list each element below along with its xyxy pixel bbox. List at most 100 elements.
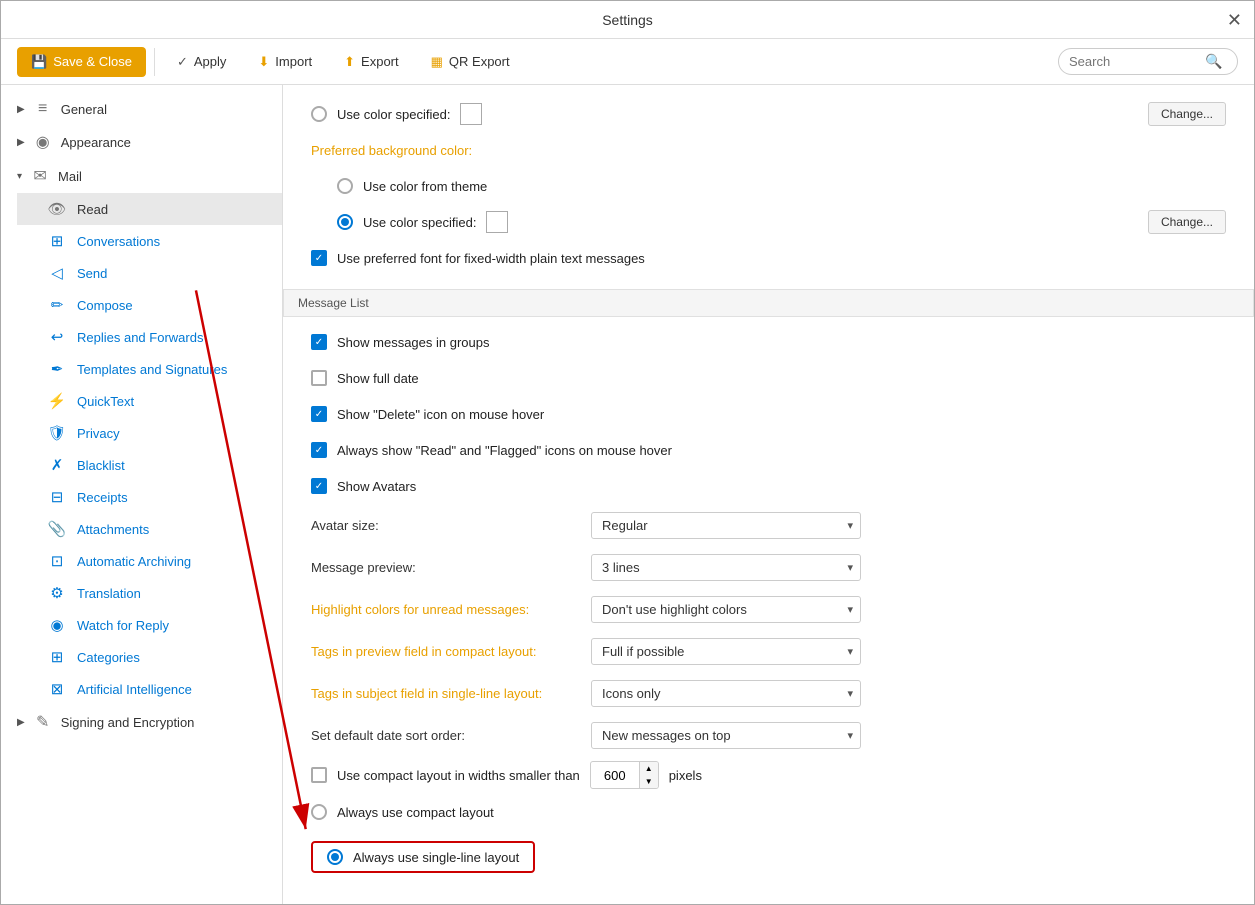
date-sort-label: Set default date sort order: (311, 728, 581, 743)
apply-label: Apply (194, 54, 227, 69)
tags-preview-label: Tags in preview field in compact layout: (311, 644, 581, 659)
sidebar-group-signing[interactable]: ▶ ✎ Signing and Encryption (1, 705, 282, 739)
sidebar-item-receipts[interactable]: ⊟ Receipts (17, 481, 282, 513)
pixels-input[interactable]: 600 (591, 764, 639, 787)
close-button[interactable]: ✕ (1227, 11, 1242, 29)
sidebar-item-conversations[interactable]: ⊞ Conversations (17, 225, 282, 257)
export-label: Export (361, 54, 399, 69)
sidebar-attachments-label: Attachments (77, 522, 149, 537)
highlight-colors-row: Highlight colors for unread messages: Do… (311, 593, 1226, 625)
checkbox-show-groups[interactable]: ✓ (311, 334, 327, 350)
avatar-size-dropdown-wrap: Regular (591, 512, 861, 539)
color-swatch-top[interactable] (460, 103, 482, 125)
apply-button[interactable]: ✓ Apply (163, 48, 240, 76)
sidebar-item-send[interactable]: ◁ Send (17, 257, 282, 289)
message-list-header: Message List (283, 289, 1254, 317)
spinner-down-button[interactable]: ▼ (640, 775, 658, 788)
use-color-specified-row-top: Use color specified: Change... (311, 101, 1226, 127)
import-button[interactable]: ⬇ Import (244, 48, 326, 76)
mail-icon: ✉ (30, 166, 50, 186)
radio-color-from-theme[interactable] (337, 178, 353, 194)
date-sort-dropdown[interactable]: New messages on top (591, 722, 861, 749)
tags-subject-row: Tags in subject field in single-line lay… (311, 677, 1226, 709)
sidebar: ▶ ≡ General ▶ ◉ Appearance ▾ ✉ Mail 👁 Re (1, 85, 283, 904)
categories-icon: ⊞ (47, 648, 67, 666)
blacklist-icon: ✗ (47, 456, 67, 474)
radio-dot (341, 218, 349, 226)
sidebar-item-read[interactable]: 👁 Read (17, 193, 282, 225)
watchreply-icon: ◉ (47, 616, 67, 634)
color-swatch-bottom[interactable] (486, 211, 508, 233)
preferred-bg-row: Preferred background color: (311, 137, 1226, 163)
sidebar-item-watchreply[interactable]: ◉ Watch for Reply (17, 609, 282, 641)
avatar-size-dropdown[interactable]: Regular (591, 512, 861, 539)
chevron-right-icon-2: ▶ (17, 137, 25, 148)
checkbox-always-show-icons[interactable]: ✓ (311, 442, 327, 458)
sidebar-item-compose[interactable]: ✏ Compose (17, 289, 282, 321)
sidebar-item-blacklist[interactable]: ✗ Blacklist (17, 449, 282, 481)
sidebar-group-general[interactable]: ▶ ≡ General (1, 93, 282, 125)
checkbox-preferred-font[interactable]: ✓ (311, 250, 327, 266)
spinner-up-button[interactable]: ▲ (640, 762, 658, 775)
highlight-colors-dropdown[interactable]: Don't use highlight colors (591, 596, 861, 623)
archiving-icon: ⊡ (47, 552, 67, 570)
show-full-date-label: Show full date (337, 371, 419, 386)
sidebar-item-privacy[interactable]: 🛡 Privacy (17, 417, 282, 449)
use-color-specified-bottom-label: Use color specified: (363, 215, 476, 230)
sidebar-item-translation[interactable]: ⚙ Translation (17, 577, 282, 609)
sidebar-templates-label: Templates and Signatures (77, 362, 227, 377)
checkbox-show-delete[interactable]: ✓ (311, 406, 327, 422)
tags-subject-dropdown[interactable]: Icons only (591, 680, 861, 707)
pixels-label: pixels (669, 768, 702, 783)
checkbox-compact-layout[interactable] (311, 767, 327, 783)
sidebar-item-ai[interactable]: ⊠ Artificial Intelligence (17, 673, 282, 705)
change-button-2[interactable]: Change... (1148, 210, 1226, 234)
use-color-specified-row-bottom: Use color specified: Change... (337, 209, 1226, 235)
message-list-label: Message List (298, 296, 369, 310)
sidebar-watchreply-label: Watch for Reply (77, 618, 169, 633)
sidebar-mail-subitems: 👁 Read ⊞ Conversations ◁ Send ✏ Compose … (1, 193, 282, 705)
change-button-1[interactable]: Change... (1148, 102, 1226, 126)
radio-always-single-line[interactable] (327, 849, 343, 865)
checkbox-show-full-date[interactable] (311, 370, 327, 386)
sidebar-group-mail[interactable]: ▾ ✉ Mail (1, 159, 282, 193)
save-close-label: Save & Close (53, 54, 132, 69)
sidebar-item-templates[interactable]: ✒ Templates and Signatures (17, 353, 282, 385)
sidebar-item-categories[interactable]: ⊞ Categories (17, 641, 282, 673)
save-close-button[interactable]: 💾 Save & Close (17, 47, 146, 77)
sidebar-item-attachments[interactable]: 📎 Attachments (17, 513, 282, 545)
check-mark-4: ✓ (315, 445, 323, 456)
window-title: Settings (602, 12, 653, 28)
checkbox-show-avatars[interactable]: ✓ (311, 478, 327, 494)
chevron-right-icon-3: ▶ (17, 717, 25, 728)
titlebar: Settings ✕ (1, 1, 1254, 39)
radio-use-color-specified-top[interactable] (311, 106, 327, 122)
export-button[interactable]: ⬆ Export (330, 48, 412, 76)
search-input[interactable] (1069, 54, 1199, 69)
always-compact-row: Always use compact layout (311, 799, 1226, 825)
tags-preview-dropdown[interactable]: Full if possible (591, 638, 861, 665)
show-avatars-row: ✓ Show Avatars (311, 473, 1226, 499)
highlight-colors-dropdown-wrap: Don't use highlight colors (591, 596, 861, 623)
content-inner: Use color specified: Change... Preferred… (283, 85, 1254, 904)
radio-dot-2 (331, 853, 339, 861)
radio-use-color-specified-bottom[interactable] (337, 214, 353, 230)
sidebar-group-appearance[interactable]: ▶ ◉ Appearance (1, 125, 282, 159)
toolbar: 💾 Save & Close ✓ Apply ⬇ Import ⬆ Export… (1, 39, 1254, 85)
qr-export-button[interactable]: ▦ QR Export (417, 48, 524, 76)
date-sort-row: Set default date sort order: New message… (311, 719, 1226, 751)
sidebar-item-quicktext[interactable]: ⚡ QuickText (17, 385, 282, 417)
avatar-size-label: Avatar size: (311, 518, 581, 533)
sidebar-item-archiving[interactable]: ⊡ Automatic Archiving (17, 545, 282, 577)
sidebar-send-label: Send (77, 266, 107, 281)
import-icon: ⬇ (258, 54, 269, 70)
check-mark-3: ✓ (315, 409, 323, 420)
message-preview-dropdown[interactable]: 3 lines (591, 554, 861, 581)
sidebar-general-label: General (61, 102, 107, 117)
highlight-colors-label: Highlight colors for unread messages: (311, 602, 581, 617)
single-line-highlight-box: Always use single-line layout (311, 841, 535, 873)
radio-always-compact[interactable] (311, 804, 327, 820)
quicktext-icon: ⚡ (47, 392, 67, 410)
sidebar-item-replies[interactable]: ↩ Replies and Forwards (17, 321, 282, 353)
import-label: Import (275, 54, 312, 69)
